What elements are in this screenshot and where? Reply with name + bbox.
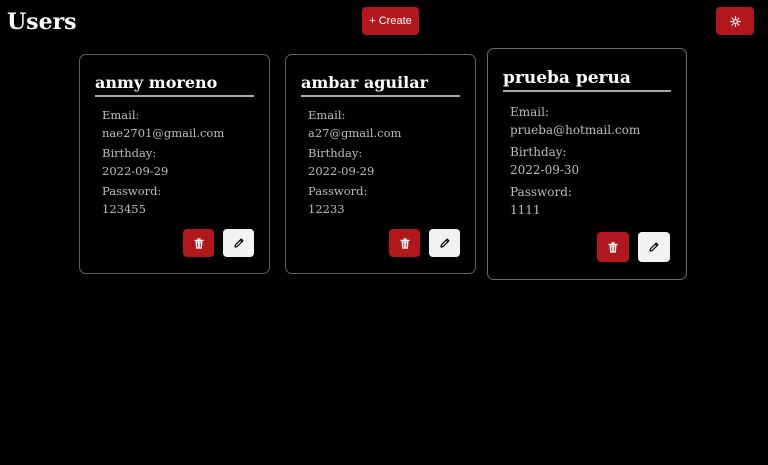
trash-icon bbox=[608, 241, 618, 253]
password-value: 1111 bbox=[510, 203, 541, 217]
settings-button[interactable] bbox=[716, 7, 754, 35]
delete-button[interactable] bbox=[183, 229, 214, 257]
edit-button[interactable] bbox=[638, 232, 670, 262]
password-value: 123455 bbox=[102, 202, 146, 216]
email-value: prueba@hotmail.com bbox=[510, 123, 641, 137]
edit-button[interactable] bbox=[223, 229, 254, 257]
user-card: anmy moreno Email: nae2701@gmail.com Bir… bbox=[79, 54, 270, 274]
birthday-label: Birthday: bbox=[308, 146, 363, 160]
email-field: Email: nae2701@gmail.com bbox=[102, 106, 224, 142]
pencil-icon bbox=[649, 242, 659, 252]
birthday-label: Birthday: bbox=[102, 146, 157, 160]
password-value: 12233 bbox=[308, 202, 345, 216]
birthday-value: 2022-09-29 bbox=[308, 164, 375, 178]
page-title: Users bbox=[7, 9, 77, 35]
trash-icon bbox=[400, 237, 410, 249]
email-label: Email: bbox=[510, 105, 550, 119]
user-card: ambar aguilar Email: a27@gmail.com Birth… bbox=[285, 54, 476, 274]
password-field: Password: 123455 bbox=[102, 182, 161, 218]
gear-icon bbox=[729, 15, 741, 27]
email-value: a27@gmail.com bbox=[308, 126, 402, 140]
email-label: Email: bbox=[308, 108, 346, 122]
birthday-field: Birthday: 2022-09-29 bbox=[102, 144, 168, 180]
create-button[interactable]: + Create bbox=[362, 7, 419, 35]
pencil-icon bbox=[233, 238, 244, 248]
user-name: anmy moreno bbox=[95, 72, 254, 97]
edit-button[interactable] bbox=[429, 229, 460, 257]
pencil-icon bbox=[439, 238, 450, 248]
password-label: Password: bbox=[102, 184, 162, 198]
email-field: Email: prueba@hotmail.com bbox=[510, 103, 640, 139]
user-name: ambar aguilar bbox=[301, 72, 460, 97]
users-page: Users + Create anmy moreno Email: nae270… bbox=[0, 0, 768, 465]
birthday-value: 2022-09-30 bbox=[510, 163, 580, 177]
user-name: prueba perua bbox=[503, 67, 671, 92]
email-value: nae2701@gmail.com bbox=[102, 126, 225, 140]
delete-button[interactable] bbox=[597, 232, 629, 262]
password-label: Password: bbox=[308, 184, 368, 198]
delete-button[interactable] bbox=[389, 229, 420, 257]
email-label: Email: bbox=[102, 108, 140, 122]
birthday-field: Birthday: 2022-09-29 bbox=[308, 144, 374, 180]
password-label: Password: bbox=[510, 185, 572, 199]
birthday-value: 2022-09-29 bbox=[102, 164, 169, 178]
user-card: prueba perua Email: prueba@hotmail.com B… bbox=[487, 48, 687, 280]
password-field: Password: 12233 bbox=[308, 182, 367, 218]
password-field: Password: 1111 bbox=[510, 183, 572, 219]
birthday-field: Birthday: 2022-09-30 bbox=[510, 143, 579, 179]
birthday-label: Birthday: bbox=[510, 145, 567, 159]
trash-icon bbox=[194, 237, 204, 249]
email-field: Email: a27@gmail.com bbox=[308, 106, 401, 142]
